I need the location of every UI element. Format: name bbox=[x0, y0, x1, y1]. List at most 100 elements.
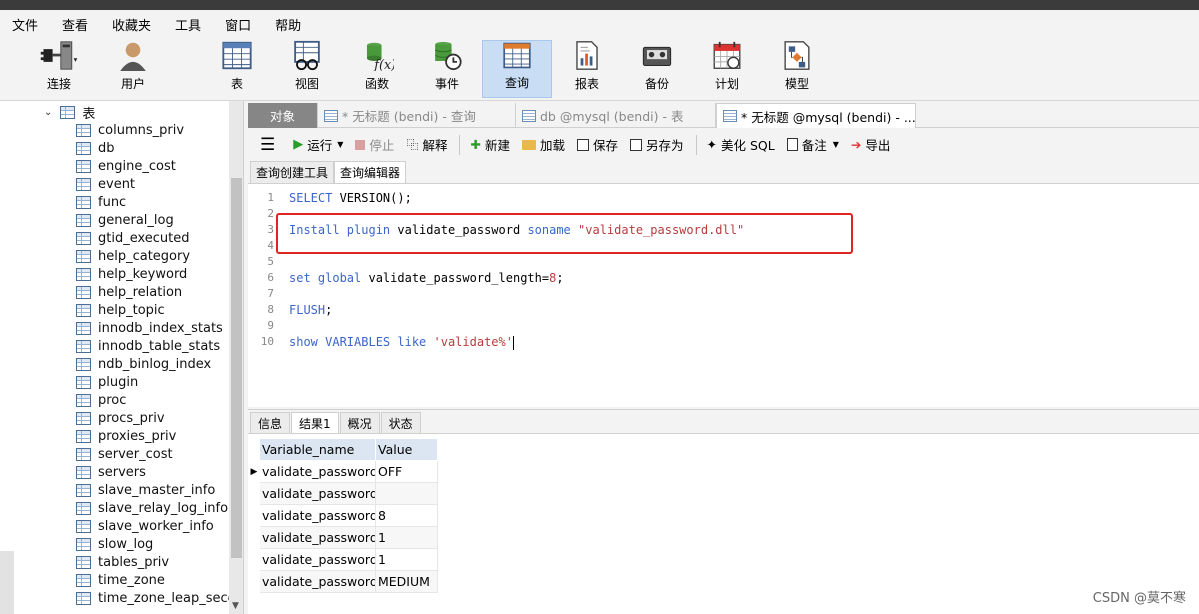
grid-cell[interactable]: validate_password_ bbox=[260, 505, 376, 527]
tab-db-table[interactable]: db @mysql (bendi) - 表 bbox=[516, 103, 716, 128]
table-label: 表 bbox=[230, 77, 243, 91]
chevron-down-icon[interactable]: ▼ bbox=[337, 140, 343, 149]
menu-tools[interactable]: 工具 bbox=[163, 15, 213, 34]
tab-query-untitled[interactable]: * 无标题 (bendi) - 查询 bbox=[318, 103, 516, 128]
grid-cell[interactable]: 1 bbox=[376, 527, 438, 549]
tab-result1[interactable]: 结果1 bbox=[291, 412, 339, 434]
tree-item-table[interactable]: slave_worker_info bbox=[76, 517, 230, 535]
explain-button[interactable]: ⿻解释 bbox=[406, 135, 447, 154]
tree-item-table[interactable]: slow_log bbox=[76, 535, 230, 553]
view-button[interactable]: 视图 bbox=[284, 40, 330, 98]
menu-window[interactable]: 窗口 bbox=[213, 15, 263, 34]
schedule-button[interactable]: 计划 bbox=[704, 40, 750, 98]
table-row[interactable]: validate_password_ MEDIUM bbox=[248, 571, 438, 593]
tree-item-table[interactable]: help_category bbox=[76, 247, 230, 265]
export-button[interactable]: ➔ 导出 bbox=[851, 135, 891, 154]
tree-item-table[interactable]: gtid_executed bbox=[76, 229, 230, 247]
tree-item-table[interactable]: plugin bbox=[76, 373, 230, 391]
grid-cell[interactable]: validate_password_ bbox=[260, 571, 376, 593]
tree-item-table[interactable]: event bbox=[76, 175, 230, 193]
scrollbar-thumb[interactable] bbox=[231, 178, 242, 558]
table-row[interactable]: validate_password_ 1 bbox=[248, 527, 438, 549]
tab-info[interactable]: 信息 bbox=[250, 412, 291, 434]
tree-item-table[interactable]: help_relation bbox=[76, 283, 230, 301]
table-row[interactable]: validate_password_ 1 bbox=[248, 549, 438, 571]
tree-item-table[interactable]: help_topic bbox=[76, 301, 230, 319]
save-button[interactable]: 保存 bbox=[576, 135, 618, 154]
connect-button[interactable]: ▾ 连接 bbox=[32, 40, 86, 98]
function-button[interactable]: f(x) 函数 bbox=[354, 40, 400, 98]
tree-item-table[interactable]: columns_priv bbox=[76, 121, 230, 139]
grid-cell[interactable]: 1 bbox=[376, 549, 438, 571]
tree-item-table[interactable]: proc bbox=[76, 391, 230, 409]
tree-item-table[interactable]: innodb_table_stats bbox=[76, 337, 230, 355]
comment-button[interactable]: 备注 ▼ bbox=[786, 135, 839, 154]
event-button[interactable]: 事件 bbox=[424, 40, 470, 98]
grid-cell[interactable]: validate_password_ bbox=[260, 549, 376, 571]
beautify-sql-button[interactable]: ✦ 美化 SQL bbox=[707, 135, 775, 154]
grid-cell[interactable]: MEDIUM bbox=[376, 571, 438, 593]
menu-file[interactable]: 文件 bbox=[0, 15, 50, 34]
tab-query-active[interactable]: * 无标题 @mysql (bendi) - ... bbox=[716, 103, 916, 128]
tab-objects[interactable]: 对象 bbox=[248, 103, 318, 128]
table-row[interactable]: ▶ validate_password_ OFF bbox=[248, 461, 438, 483]
tree-item-table[interactable]: innodb_index_stats bbox=[76, 319, 230, 337]
tree-item-table[interactable]: time_zone_leap_second bbox=[76, 589, 243, 607]
tab-query-builder[interactable]: 查询创建工具 bbox=[250, 161, 335, 183]
table-row[interactable]: validate_password_ bbox=[248, 483, 438, 505]
stop-button[interactable]: 停止 bbox=[355, 135, 394, 154]
tree-item-table[interactable]: server_cost bbox=[76, 445, 230, 463]
tab-status[interactable]: 状态 bbox=[380, 412, 421, 434]
tree-item-table[interactable]: general_log bbox=[76, 211, 230, 229]
query-button[interactable]: 查询 bbox=[482, 40, 552, 98]
tree-item-table[interactable]: servers bbox=[76, 463, 230, 481]
table-icon bbox=[76, 213, 91, 227]
tree-item-table[interactable]: db bbox=[76, 139, 230, 157]
backup-button[interactable]: 备份 bbox=[634, 40, 680, 98]
hamburger-menu-icon[interactable]: ☰ bbox=[260, 135, 275, 155]
tree-item-table[interactable]: procs_priv bbox=[76, 409, 230, 427]
tab-overview[interactable]: 概况 bbox=[339, 412, 380, 434]
grid-cell[interactable]: validate_password_ bbox=[260, 483, 376, 505]
user-button[interactable]: 用户 bbox=[110, 40, 156, 98]
table-button[interactable]: 表 bbox=[214, 40, 260, 98]
tree-item-label: innodb_table_stats bbox=[98, 338, 221, 354]
sidebar-scrollbar[interactable]: ▼ bbox=[229, 101, 243, 614]
table-icon bbox=[76, 555, 91, 569]
tree-item-table[interactable]: slave_master_info bbox=[76, 481, 230, 499]
grid-cell[interactable]: validate_password_ bbox=[260, 461, 376, 483]
column-header-value[interactable]: Value bbox=[376, 439, 438, 461]
chevron-down-icon[interactable]: ▼ bbox=[833, 140, 839, 149]
save-as-button[interactable]: 另存为 bbox=[630, 135, 684, 154]
scroll-down-icon[interactable]: ▼ bbox=[232, 601, 239, 611]
new-button[interactable]: ✚ 新建 bbox=[470, 135, 510, 154]
code-area[interactable]: SELECT VERSION(); Install plugin validat… bbox=[289, 184, 744, 350]
tab-query-editor[interactable]: 查询编辑器 bbox=[334, 161, 407, 183]
tree-item-table[interactable]: proxies_priv bbox=[76, 427, 230, 445]
model-button[interactable]: 模型 bbox=[774, 40, 820, 98]
text-caret bbox=[512, 335, 514, 350]
grid-cell[interactable]: validate_password_ bbox=[260, 527, 376, 549]
tree-item-table[interactable]: slave_relay_log_info bbox=[76, 499, 230, 517]
tree-item-table[interactable]: help_keyword bbox=[76, 265, 230, 283]
tree-item-table[interactable]: tables_priv bbox=[76, 553, 230, 571]
menu-favorites[interactable]: 收藏夹 bbox=[100, 15, 163, 34]
grid-cell[interactable]: 8 bbox=[376, 505, 438, 527]
grid-cell[interactable] bbox=[376, 483, 438, 505]
column-header-variable-name[interactable]: Variable_name bbox=[260, 439, 376, 461]
grid-cell[interactable]: OFF bbox=[376, 461, 438, 483]
run-button[interactable]: ▶ 运行 ▼ bbox=[293, 135, 343, 154]
report-button[interactable]: 报表 bbox=[564, 40, 610, 98]
tree-item-table[interactable]: ndb_binlog_index bbox=[76, 355, 230, 373]
tree-node-tables[interactable]: ⌄ 表 bbox=[44, 103, 95, 122]
tree-item-table[interactable]: engine_cost bbox=[76, 157, 230, 175]
function-label: 函数 bbox=[364, 77, 389, 91]
tree-item-table[interactable]: func bbox=[76, 193, 230, 211]
load-button[interactable]: 加载 bbox=[521, 135, 565, 154]
menu-help[interactable]: 帮助 bbox=[263, 15, 313, 34]
table-row[interactable]: validate_password_ 8 bbox=[248, 505, 438, 527]
chevron-down-icon[interactable]: ⌄ bbox=[44, 107, 52, 118]
menu-view[interactable]: 查看 bbox=[50, 15, 100, 34]
tree-item-table[interactable]: time_zone bbox=[76, 571, 230, 589]
